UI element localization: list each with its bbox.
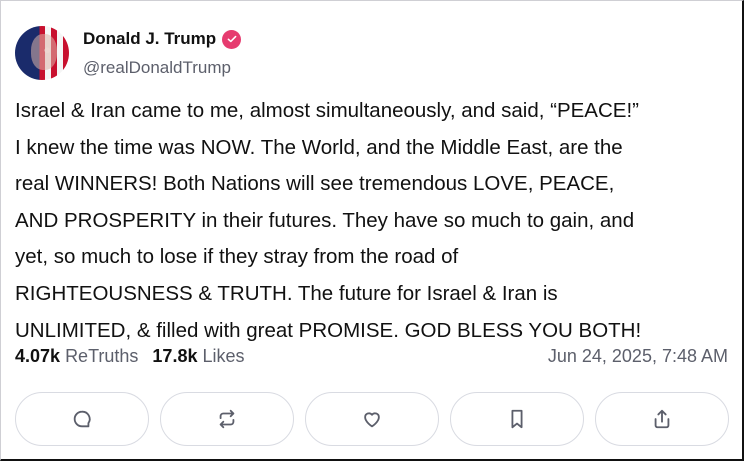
bookmark-button[interactable] [450, 392, 584, 446]
repost-icon [219, 409, 235, 429]
share-button[interactable] [595, 392, 729, 446]
post-text-line: RIGHTEOUSNESS & TRUTH. The future for Is… [15, 281, 558, 305]
likes-count: 17.8k [152, 346, 198, 366]
retruths-count: 4.07k [15, 346, 61, 366]
retruths-stat[interactable]: 4.07k ReTruths [15, 346, 138, 367]
reply-button[interactable] [15, 392, 149, 446]
post-text-line: Israel & Iran came to me, almost simulta… [15, 99, 639, 122]
share-icon [654, 409, 670, 429]
post-text: Israel & Iran came to me, almost simulta… [15, 93, 740, 349]
post-text-line: I knew the time was NOW. The World, and … [15, 135, 623, 159]
action-bar [15, 392, 729, 446]
post-text-line: UNLIMITED, & filled with great PROMISE. … [15, 318, 642, 342]
avatar[interactable] [15, 26, 69, 80]
avatar-face [31, 34, 57, 70]
author-name-row: Donald J. Trump [83, 29, 242, 49]
post-text-line: AND PROSPERITY in their futures. They ha… [15, 208, 635, 232]
post-text-line: yet, so much to lose if they stray from … [15, 245, 459, 269]
likes-stat[interactable]: 17.8k Likes [152, 346, 244, 367]
author-handle[interactable]: @realDonaldTrump [83, 58, 231, 78]
retruths-label: ReTruths [65, 346, 139, 366]
author-display-name[interactable]: Donald J. Trump [83, 29, 216, 49]
likes-label: Likes [202, 346, 245, 366]
post-text-line: real WINNERS! Both Nations will see trem… [15, 172, 615, 196]
verified-badge-icon [222, 29, 242, 49]
like-button[interactable] [305, 392, 439, 446]
heart-icon [364, 412, 380, 428]
bookmark-icon [511, 409, 523, 429]
post-stats: 4.07k ReTruths 17.8k Likes [15, 346, 245, 367]
retruth-button[interactable] [160, 392, 294, 446]
post-card: Donald J. Trump @realDonaldTrump Israel … [0, 0, 744, 461]
comment-icon [73, 410, 91, 428]
post-timestamp[interactable]: Jun 24, 2025, 7:48 AM [548, 346, 728, 367]
